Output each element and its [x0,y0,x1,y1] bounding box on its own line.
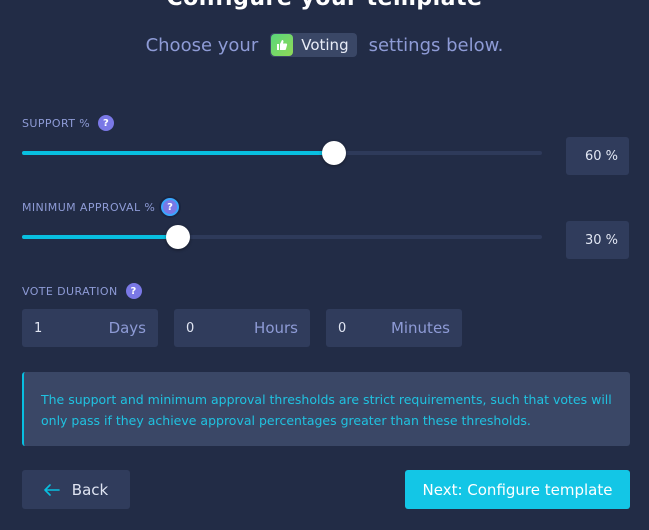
app-badge: Voting [270,33,357,57]
vote-duration-label-row: VOTE DURATION ? [22,283,142,299]
support-label: SUPPORT % [22,116,91,130]
info-box: The support and minimum approval thresho… [22,372,630,446]
vote-duration-help-icon[interactable]: ? [125,283,142,299]
days-field[interactable]: 1 Days [22,309,158,347]
minutes-unit: Minutes [390,319,450,337]
page-title: Configure your template [0,0,649,11]
min-approval-slider-fill [22,235,178,239]
hours-field[interactable]: 0 Hours [174,309,310,347]
days-value[interactable]: 1 [34,321,42,336]
subtitle-suffix: settings below. [368,34,504,56]
min-approval-label: MINIMUM APPROVAL % [22,200,156,214]
min-approval-slider-thumb[interactable] [166,225,190,249]
support-value-field[interactable]: 60 % [566,137,629,175]
min-approval-help-icon[interactable]: ? [161,198,180,216]
min-approval-label-row: MINIMUM APPROVAL % ? [22,198,180,216]
support-slider-fill [22,151,334,155]
arrow-left-icon [43,483,60,496]
minutes-value[interactable]: 0 [338,321,346,336]
support-label-row: SUPPORT % ? [22,115,115,131]
subtitle: Choose your Voting settings below. [0,31,649,59]
hours-value[interactable]: 0 [186,321,194,336]
min-approval-value-field[interactable]: 30 % [566,221,629,259]
minutes-field[interactable]: 0 Minutes [326,309,462,347]
days-unit: Days [108,319,146,337]
back-button[interactable]: Back [22,470,130,509]
min-approval-slider[interactable] [22,223,542,251]
support-help-icon[interactable]: ? [98,115,115,131]
app-badge-label: Voting [301,36,349,54]
subtitle-prefix: Choose your [145,34,259,56]
template-settings-screen: Configure your template Choose your Voti… [0,0,649,530]
voting-app-icon [271,34,294,56]
next-configure-template-button[interactable]: Next: Configure template [405,470,630,509]
back-button-label: Back [71,480,109,499]
hours-unit: Hours [254,319,298,337]
vote-duration-label: VOTE DURATION [22,284,118,298]
support-slider[interactable] [22,139,542,167]
support-slider-thumb[interactable] [322,141,346,165]
